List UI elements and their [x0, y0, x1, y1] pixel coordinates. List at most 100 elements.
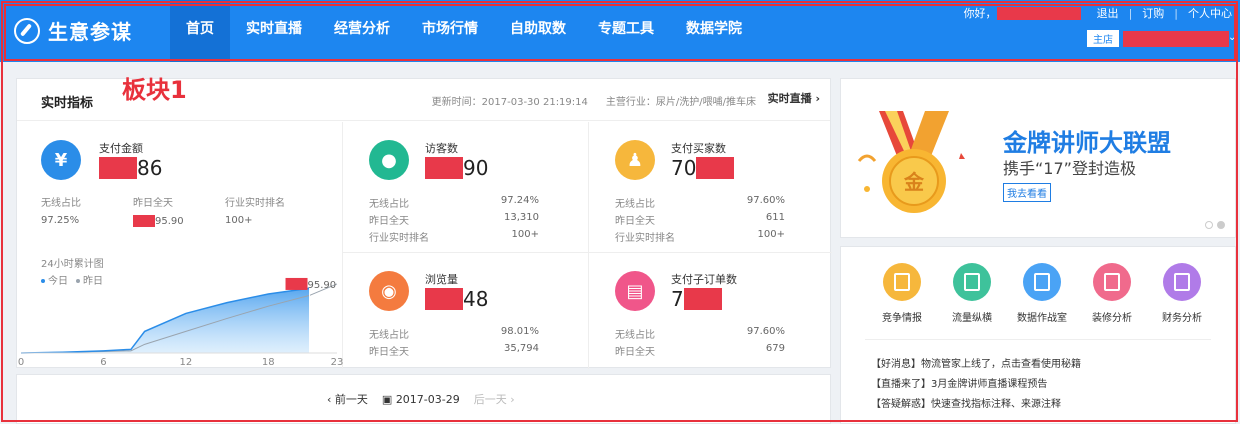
- metric-suborders[interactable]: ▤ 支付子订单数 7 无线占比 97.60% 昨日全天 679: [589, 253, 832, 369]
- redacted-value: [425, 288, 463, 310]
- chevron-down-icon[interactable]: ⌄: [1228, 32, 1236, 43]
- eye-icon: ◉: [369, 271, 409, 311]
- stat-value: 98.01%: [500, 326, 539, 337]
- nav-academy[interactable]: 数据学院: [670, 0, 758, 62]
- chevron-right-icon: ›: [510, 393, 515, 406]
- next-day-button[interactable]: 后一天 ›: [474, 391, 515, 407]
- live-link-label: 实时直播: [767, 92, 812, 105]
- stat-row: 行业实时排名 100+: [369, 229, 539, 244]
- line-chart-icon: [953, 263, 991, 301]
- tool-finance[interactable]: 财务分析: [1147, 263, 1217, 324]
- x-tick-label: 12: [180, 357, 193, 368]
- metric-value-tail: 86: [137, 156, 163, 180]
- redacted-value: [696, 157, 735, 179]
- stat-label: 行业实时排名: [615, 233, 675, 244]
- calendar-icon: ▣: [381, 392, 393, 406]
- stat-row: 无线占比 97.60%: [615, 326, 785, 341]
- metric-pageviews[interactable]: ◉ 浏览量 48 无线占比 98.01% 昨日全天 35,794: [343, 253, 589, 369]
- banner-cta-button[interactable]: 我去看看: [1003, 183, 1051, 202]
- divider: |: [1174, 6, 1178, 20]
- x-tick-label: 23: [331, 357, 343, 368]
- redacted-value: [133, 215, 155, 227]
- metric-value-head: 70: [671, 156, 697, 180]
- redacted-shop-name: [1123, 30, 1229, 47]
- carousel-dot[interactable]: [1205, 221, 1213, 229]
- tool-decoration[interactable]: 装修分析: [1077, 263, 1147, 324]
- nav-market[interactable]: 市场行情: [406, 0, 494, 62]
- live-link[interactable]: 实时直播 ›: [768, 90, 820, 106]
- nav-home[interactable]: 首页: [170, 0, 230, 62]
- shop-selector[interactable]: 主店: [1087, 30, 1229, 47]
- news-item[interactable]: 【好消息】物流管家上线了，点击查看使用秘籍: [871, 355, 1081, 370]
- metric-value: 86: [99, 156, 162, 180]
- tool-label: 数据作战室: [1017, 313, 1067, 324]
- annotation-label: 板块1: [122, 76, 187, 104]
- stat-value: 611: [765, 212, 785, 223]
- stat-row: 昨日全天 13,310: [369, 212, 539, 227]
- prev-day-label: 前一天: [334, 393, 368, 406]
- stat-row: 行业实时排名 100+: [615, 229, 785, 244]
- date-navigator: ‹ 前一天 ▣ 2017-03-29 后一天 ›: [16, 374, 831, 424]
- footprint-icon: ●: [369, 140, 409, 180]
- brand-name: 生意参谋: [48, 20, 132, 44]
- metric-name: 浏览量: [425, 273, 458, 286]
- x-tick-label: 18: [262, 357, 275, 368]
- metric-buyers[interactable]: ♟ 支付买家数 70 无线占比 97.60% 昨日全天 611 行业实时排名 100+: [589, 122, 832, 253]
- banner-subtitle: 携手“17”登封造极: [1003, 159, 1136, 178]
- stat-label: 昨日全天: [369, 347, 409, 358]
- metric-value-tail: 48: [463, 287, 489, 311]
- stat-row: 昨日全天 35,794: [369, 343, 539, 358]
- metric-value-tail: 90: [463, 156, 489, 180]
- nav-live[interactable]: 实时直播: [230, 0, 318, 62]
- industry-text: 主营行业：尿片/洗护/喂哺/推车床: [605, 97, 756, 108]
- stat-value: 679: [765, 343, 785, 354]
- greeting-text: 你好，: [963, 7, 997, 20]
- medal-icon: 金: [857, 111, 965, 213]
- monitor-icon: [1023, 263, 1061, 301]
- tool-war-room[interactable]: 数据作战室: [1007, 263, 1077, 324]
- stat-row: 无线占比 97.24%: [369, 195, 539, 210]
- stat-label: 行业实时排名: [225, 198, 285, 209]
- date-picker[interactable]: ▣ 2017-03-29: [382, 393, 460, 406]
- realtime-metrics-panel: 实时指标 更新时间：2017-03-30 21:19:14 主营行业：尿片/洗护…: [16, 78, 832, 369]
- stat-value: 100+: [511, 229, 539, 240]
- date-controls: ‹ 前一天 ▣ 2017-03-29 后一天 ›: [327, 391, 515, 407]
- user-center-link[interactable]: 个人中心: [1188, 5, 1232, 21]
- compass-logo-icon: [14, 17, 40, 44]
- nav-operations[interactable]: 经营分析: [318, 0, 406, 62]
- news-item[interactable]: 【答疑解惑】快速查找指标注释、来源注释: [871, 395, 1061, 410]
- stat-value: 97.60%: [746, 195, 785, 206]
- tool-competition[interactable]: 竞争情报: [867, 263, 937, 324]
- stat-value: 35,794: [504, 343, 539, 354]
- brand-logo[interactable]: 生意参谋: [14, 16, 132, 45]
- nav-tools[interactable]: 专题工具: [582, 0, 670, 62]
- metric-name: 访客数: [425, 142, 458, 155]
- stat-value: 97.24%: [500, 195, 539, 206]
- metric-visitors[interactable]: ● 访客数 90 无线占比 97.24% 昨日全天 13,310 行业实时排名 100…: [343, 122, 589, 253]
- logout-link[interactable]: 退出: [1097, 5, 1119, 21]
- redacted-value: [425, 157, 463, 179]
- divider: |: [1128, 6, 1133, 20]
- panel-title: 实时指标: [41, 96, 94, 111]
- yen-icon: ¥: [41, 140, 81, 180]
- stat-label: 昨日全天: [615, 216, 655, 227]
- stat-label: 无线占比: [369, 330, 409, 341]
- stat-row: 昨日全天 611: [615, 212, 785, 227]
- news-item[interactable]: 【直播来了】3月金牌讲师直播课程预告: [871, 375, 1047, 390]
- nav-self-service[interactable]: 自助取数: [494, 0, 582, 62]
- stat-label: 行业实时排名: [369, 233, 429, 244]
- metric-stats: 无线占比 97.25% 昨日全天 95.90 行业实时排名 100+: [41, 194, 317, 227]
- promo-banner[interactable]: 金 金牌讲师大联盟 携手“17”登封造极 我去看看: [840, 78, 1236, 238]
- current-date: 2017-03-29: [395, 392, 460, 406]
- tool-traffic[interactable]: 流量纵横: [937, 263, 1007, 324]
- stat-value: 100+: [225, 215, 253, 226]
- user-bar: 你好， 退出 | 订购 | 个人中心: [964, 5, 1232, 21]
- clipboard-icon: ▤: [615, 271, 655, 311]
- prev-day-button[interactable]: ‹ 前一天: [327, 391, 368, 407]
- chevron-right-icon: ›: [815, 92, 820, 105]
- order-link[interactable]: 订购: [1142, 5, 1164, 21]
- next-day-label: 后一天: [473, 393, 507, 406]
- carousel-dot-active[interactable]: [1217, 221, 1225, 229]
- stat-value: 97.25%: [41, 215, 80, 226]
- cumulative-area-chart[interactable]: 95.90 0 6 12 18 23: [17, 259, 343, 369]
